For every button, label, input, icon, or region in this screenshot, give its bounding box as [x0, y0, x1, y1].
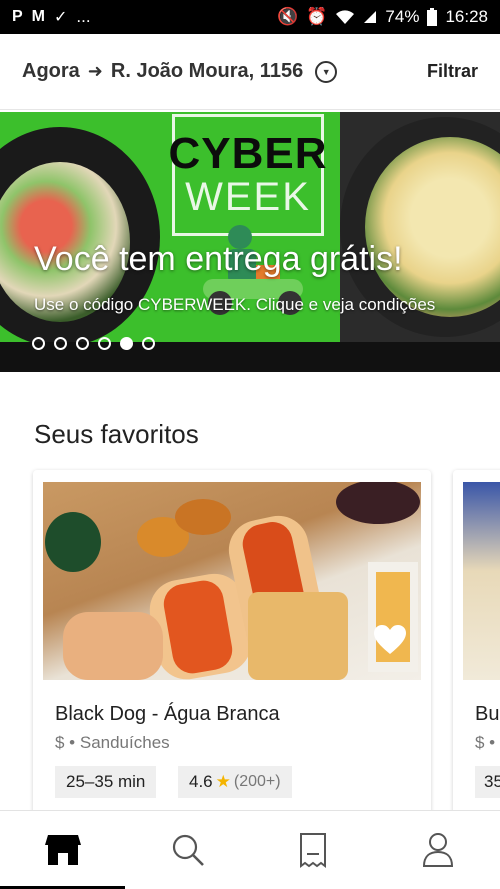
restaurant-category: $ • — [475, 733, 496, 752]
battery-percent: 74% — [385, 7, 420, 26]
heart-icon[interactable] — [373, 624, 407, 656]
chevron-down-icon[interactable]: ▼ — [315, 60, 338, 83]
header-bar: Agora ➜ R. João Moura, 1156 ▼ Filtrar — [0, 34, 500, 110]
eta-badge: 25–35 min — [55, 766, 157, 798]
receipt-icon — [299, 833, 326, 868]
section-title-favorites: Seus favoritos — [34, 419, 199, 449]
mute-icon: 🔇 — [277, 7, 299, 26]
overflow-indicator: ... — [76, 7, 91, 26]
delivery-selector[interactable]: Agora ➜ R. João Moura, 1156 ▼ — [22, 60, 338, 83]
profile-icon — [422, 833, 453, 867]
nav-search[interactable] — [158, 820, 218, 880]
nav-profile[interactable] — [408, 820, 468, 880]
carousel-dot[interactable] — [98, 337, 111, 350]
filter-button[interactable]: Filtrar — [427, 61, 478, 82]
gmail-icon: M — [31, 8, 45, 25]
banner-title: Você tem entrega grátis! — [34, 240, 403, 278]
battery-icon — [427, 8, 438, 26]
eta-text: 35 — [484, 772, 500, 791]
carousel-dot[interactable] — [142, 337, 155, 350]
delivery-address: R. João Moura, 1156 — [110, 60, 304, 82]
logo-bottom-text: WEEK — [185, 175, 311, 219]
paypal-icon: P — [12, 8, 23, 25]
signal-icon — [364, 11, 377, 23]
clock: 16:28 — [445, 7, 488, 26]
carousel-dot[interactable] — [120, 337, 133, 350]
promo-banner[interactable]: CYBER WEEK Você tem entrega grátis! Use … — [0, 112, 500, 372]
alarm-icon: ⏰ — [306, 7, 328, 26]
eta-text: 25–35 min — [66, 772, 146, 791]
star-icon: ★ — [215, 772, 231, 791]
status-bar: P M ✓ ... 🔇 ⏰ 74% 16:28 — [0, 0, 500, 34]
carousel-dot[interactable] — [54, 337, 67, 350]
notification-icons: P M ✓ ... — [12, 7, 91, 27]
arrow-right-icon: ➜ — [87, 61, 103, 81]
rating-badge: 4.6 ★ (200+) — [178, 766, 292, 798]
carousel-dot[interactable] — [76, 337, 89, 350]
restaurant-name: Black Dog - Água Branca — [55, 703, 280, 725]
carousel-dots — [32, 337, 155, 350]
bottom-navigation — [0, 810, 500, 889]
nav-home[interactable] — [33, 820, 93, 880]
home-icon — [44, 835, 81, 865]
restaurant-card[interactable]: Black Dog - Água Branca $ • Sanduíches 2… — [33, 470, 431, 830]
restaurant-image — [43, 482, 421, 680]
wifi-icon — [336, 10, 355, 24]
carousel-dot[interactable] — [32, 337, 45, 350]
rating-value: 4.6 — [189, 772, 213, 791]
logo-top-text: CYBER — [168, 129, 328, 178]
restaurant-name: Bu — [475, 703, 500, 725]
rating-count: (200+) — [233, 773, 281, 790]
delivery-time: Agora — [22, 60, 80, 82]
restaurant-category: $ • Sanduíches — [55, 733, 170, 752]
checkmark-icon: ✓ — [54, 9, 68, 26]
restaurant-image — [463, 482, 500, 680]
hot-dog-image — [45, 482, 420, 680]
nav-orders[interactable] — [283, 820, 343, 880]
banner-subtitle: Use o código CYBERWEEK. Clique e veja co… — [34, 295, 436, 314]
eta-badge: 35 — [475, 766, 500, 798]
system-icons: 🔇 ⏰ 74% 16:28 — [277, 7, 488, 27]
restaurant-card[interactable]: Bu $ • 35 — [453, 470, 500, 830]
search-icon — [172, 834, 204, 866]
